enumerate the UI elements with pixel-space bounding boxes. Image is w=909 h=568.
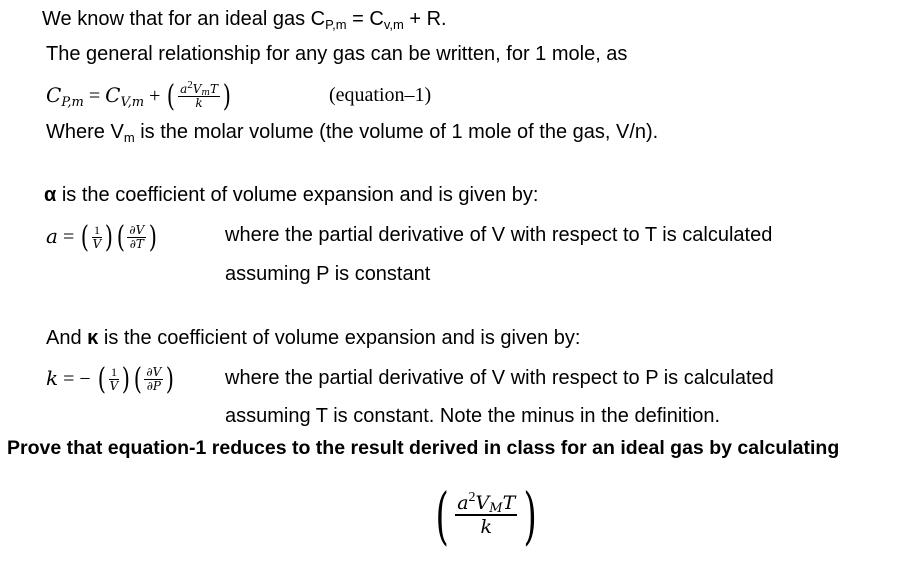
kappa-equation: k = − (1 V)(∂V ∂P)	[46, 361, 175, 397]
equation-1: CP,m = CV,m + (a2VmT k) (equation–1)	[46, 75, 431, 115]
plus-r-text: + R.	[403, 8, 447, 30]
alpha-intro: α is the coefficient of volume expansion…	[44, 184, 539, 206]
prove-instruction: Prove that equation-1 reduces to the res…	[7, 437, 840, 459]
final-expression: ( a2VMT k )	[435, 478, 538, 552]
eq1-equals: =	[83, 85, 106, 107]
alpha-symbol: α	[44, 184, 57, 206]
left-paren: (	[167, 78, 176, 114]
alpha-equation: a = (1 V)(∂V ∂T)	[46, 219, 158, 255]
kappa-description-1: where the partial derivative of V with r…	[225, 367, 774, 389]
eq1-rhs-subscript: V,m	[120, 95, 145, 110]
ideal-gas-text: We know that for an ideal gas C	[42, 8, 326, 30]
ideal-gas-statement: We know that for an ideal gas CP,m = Cv,…	[42, 7, 447, 31]
eq1-numerator: a2VmT	[178, 79, 220, 99]
alpha-description-2: assuming P is constant	[225, 263, 431, 285]
cv-subscript: v,m	[383, 17, 404, 32]
eq1-rhs: C	[105, 83, 121, 107]
equals-text: = C	[346, 8, 384, 30]
equation-label: (equation–1)	[329, 84, 432, 106]
eq1-fraction: a2VmT k	[178, 79, 220, 111]
eq1-denominator: k	[195, 96, 203, 111]
general-relationship-text: The general relationship for any gas can…	[46, 43, 628, 65]
kappa-description-2: assuming T is constant. Note the minus i…	[225, 405, 721, 427]
molar-volume-definition: Where Vm is the molar volume (the volume…	[46, 121, 659, 145]
cp-subscript: P,m	[325, 17, 347, 32]
eq1-plus: +	[144, 85, 166, 107]
right-paren: )	[222, 78, 231, 114]
eq1-lhs: C	[46, 83, 62, 107]
kappa-intro: And κ is the coefficient of volume expan…	[46, 327, 581, 349]
eq1-lhs-subscript: P,m	[61, 95, 84, 110]
alpha-description-1: where the partial derivative of V with r…	[225, 224, 773, 246]
kappa-symbol: κ	[87, 327, 99, 349]
